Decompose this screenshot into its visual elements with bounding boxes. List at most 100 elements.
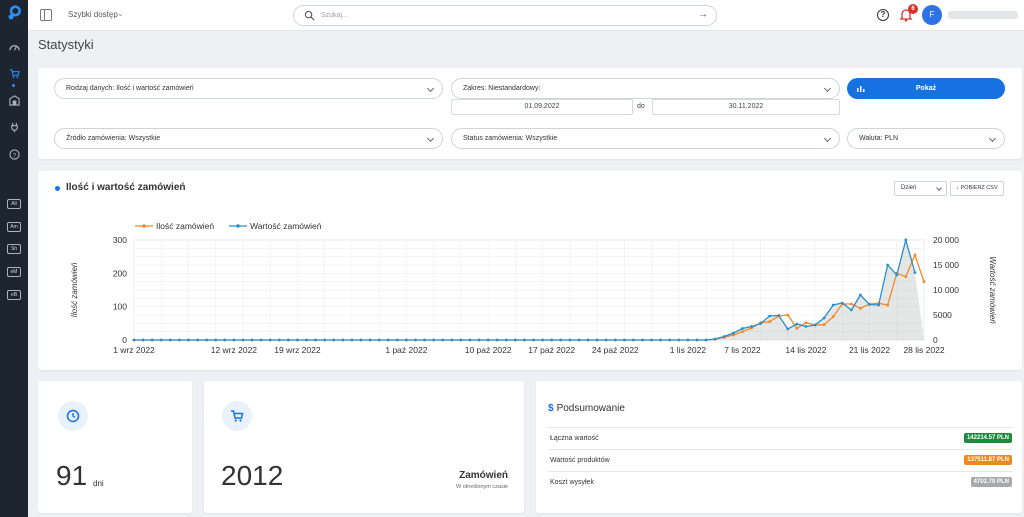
series-point (305, 338, 308, 342)
sidebar-tag-eb[interactable]: eB (7, 290, 21, 300)
show-button[interactable]: Pokaż (847, 78, 1005, 99)
cart-icon-circle (222, 401, 252, 431)
plug-icon[interactable] (7, 120, 21, 134)
avatar[interactable]: F (922, 5, 942, 25)
x-tick-label: 14 lis 2022 (785, 345, 826, 355)
series-point (559, 338, 563, 342)
days-card (38, 381, 192, 513)
notification-badge: 6 (908, 4, 918, 14)
sidebar-tag-am[interactable]: Am (7, 222, 21, 232)
series-point (468, 338, 472, 342)
sidebar-toggle-icon[interactable] (40, 9, 52, 21)
series-point (541, 338, 545, 342)
series-point (486, 338, 490, 342)
range-select[interactable]: Zakres: Niestandardowy: (451, 78, 840, 99)
series-point (350, 338, 354, 342)
series-point (677, 338, 681, 342)
x-tick-label: 10 paź 2022 (465, 345, 512, 355)
series-point (622, 338, 626, 342)
summary-row: Koszt wysyłek 4702.70 PLN (548, 471, 1012, 493)
chevron-down-icon[interactable]: ⌄ (117, 9, 124, 18)
series-point (168, 338, 172, 342)
y-right-tick-label: 10 000 (933, 285, 959, 295)
chevron-down-icon (823, 134, 832, 143)
dashboard-icon[interactable] (7, 40, 21, 54)
series-point (659, 338, 663, 342)
series-point (704, 338, 708, 342)
series-point (786, 327, 790, 331)
series-point (259, 338, 263, 342)
series-point (178, 338, 181, 342)
series-point (795, 322, 799, 326)
series-point (586, 338, 590, 342)
series-point (831, 315, 835, 319)
summary-title: $ Podsumowanie (548, 403, 625, 414)
series-point (214, 338, 218, 342)
clock-icon (66, 409, 80, 423)
source-select[interactable]: Źródło zamówienia: Wszystkie (54, 128, 443, 149)
date-to-input[interactable]: 30.11.2022 (652, 99, 840, 115)
series-point (895, 273, 899, 277)
currency-select[interactable]: Waluta: PLN (847, 128, 1005, 149)
status-select[interactable]: Status zamówienia: Wszystkie (451, 128, 840, 149)
data-type-select[interactable]: Rodzaj danych: Ilość i wartość zamówień (54, 78, 443, 99)
search-input[interactable]: Szukaj... → (293, 5, 717, 26)
series-point (859, 293, 862, 297)
series-point (822, 316, 826, 320)
chart-panel-title: Ilość i wartość zamówień (66, 182, 186, 193)
series-point (731, 331, 735, 335)
orders-value: 2012 (221, 460, 284, 491)
x-tick-label: 24 paź 2022 (592, 345, 639, 355)
quick-access-label[interactable]: Szybki dostęp (68, 10, 118, 19)
source-label: Źródło zamówienia: Wszystkie (66, 135, 161, 142)
series-point (268, 338, 272, 342)
series-point (913, 253, 917, 257)
app-logo-icon[interactable] (6, 5, 23, 22)
chart-legend: Ilość zamówień Wartość zamówień (135, 221, 322, 231)
period-select[interactable]: Dzień (894, 181, 947, 196)
download-icon: ↓ (956, 185, 960, 191)
series-point (604, 338, 608, 342)
series-point (777, 314, 781, 317)
x-tick-label: 12 wrz 2022 (211, 345, 258, 355)
y-right-tick-label: 0 (933, 335, 938, 345)
sidebar-tag-em[interactable]: eM (7, 267, 21, 277)
search-placeholder: Szukaj... (321, 12, 348, 19)
date-separator: do (637, 103, 645, 110)
series-point (641, 338, 644, 342)
summary-row: Łączna wartość 142214.57 PLN (548, 427, 1012, 449)
cart-icon[interactable] (7, 66, 21, 80)
series-point (477, 338, 481, 342)
page-title: Statystyki (38, 37, 94, 52)
summary-row-label: Wartość produktów (550, 457, 610, 464)
download-csv-label: POBIERZ CSV (960, 185, 998, 191)
series-point (886, 263, 890, 267)
sidebar-tag-sh[interactable]: Sh (7, 244, 21, 254)
summary-row-label: Koszt wysyłek (550, 479, 594, 486)
series-point (922, 280, 926, 284)
date-from-input[interactable]: 01.09.2022 (451, 99, 633, 115)
y-right-tick-label: 15 000 (933, 260, 959, 270)
data-type-label: Rodzaj danych: Ilość i wartość zamówień (66, 85, 194, 92)
help-sidebar-icon[interactable]: ? (7, 147, 21, 161)
sidebar-tag-all[interactable]: All (7, 199, 21, 209)
help-icon[interactable]: ? (877, 9, 889, 21)
series-point (813, 323, 817, 327)
series-point (568, 338, 572, 342)
warehouse-icon[interactable] (7, 93, 21, 107)
chart-grid (133, 239, 925, 341)
user-name-redacted[interactable] (948, 11, 1018, 19)
arrow-right-icon[interactable]: → (698, 9, 708, 20)
dollar-icon: $ (548, 403, 554, 414)
download-csv-button[interactable]: ↓ POBIERZ CSV (950, 181, 1004, 196)
clock-icon-circle (58, 401, 88, 431)
series-point (668, 338, 672, 342)
series-point (450, 338, 454, 342)
series-point (768, 320, 772, 324)
series-point (377, 338, 381, 342)
orders-card (204, 381, 524, 513)
y-left-tick-label: 300 (113, 235, 127, 245)
period-label: Dzień (901, 185, 917, 191)
series-point (713, 337, 717, 341)
orders-sub-label: W określonym czasie (456, 484, 508, 490)
